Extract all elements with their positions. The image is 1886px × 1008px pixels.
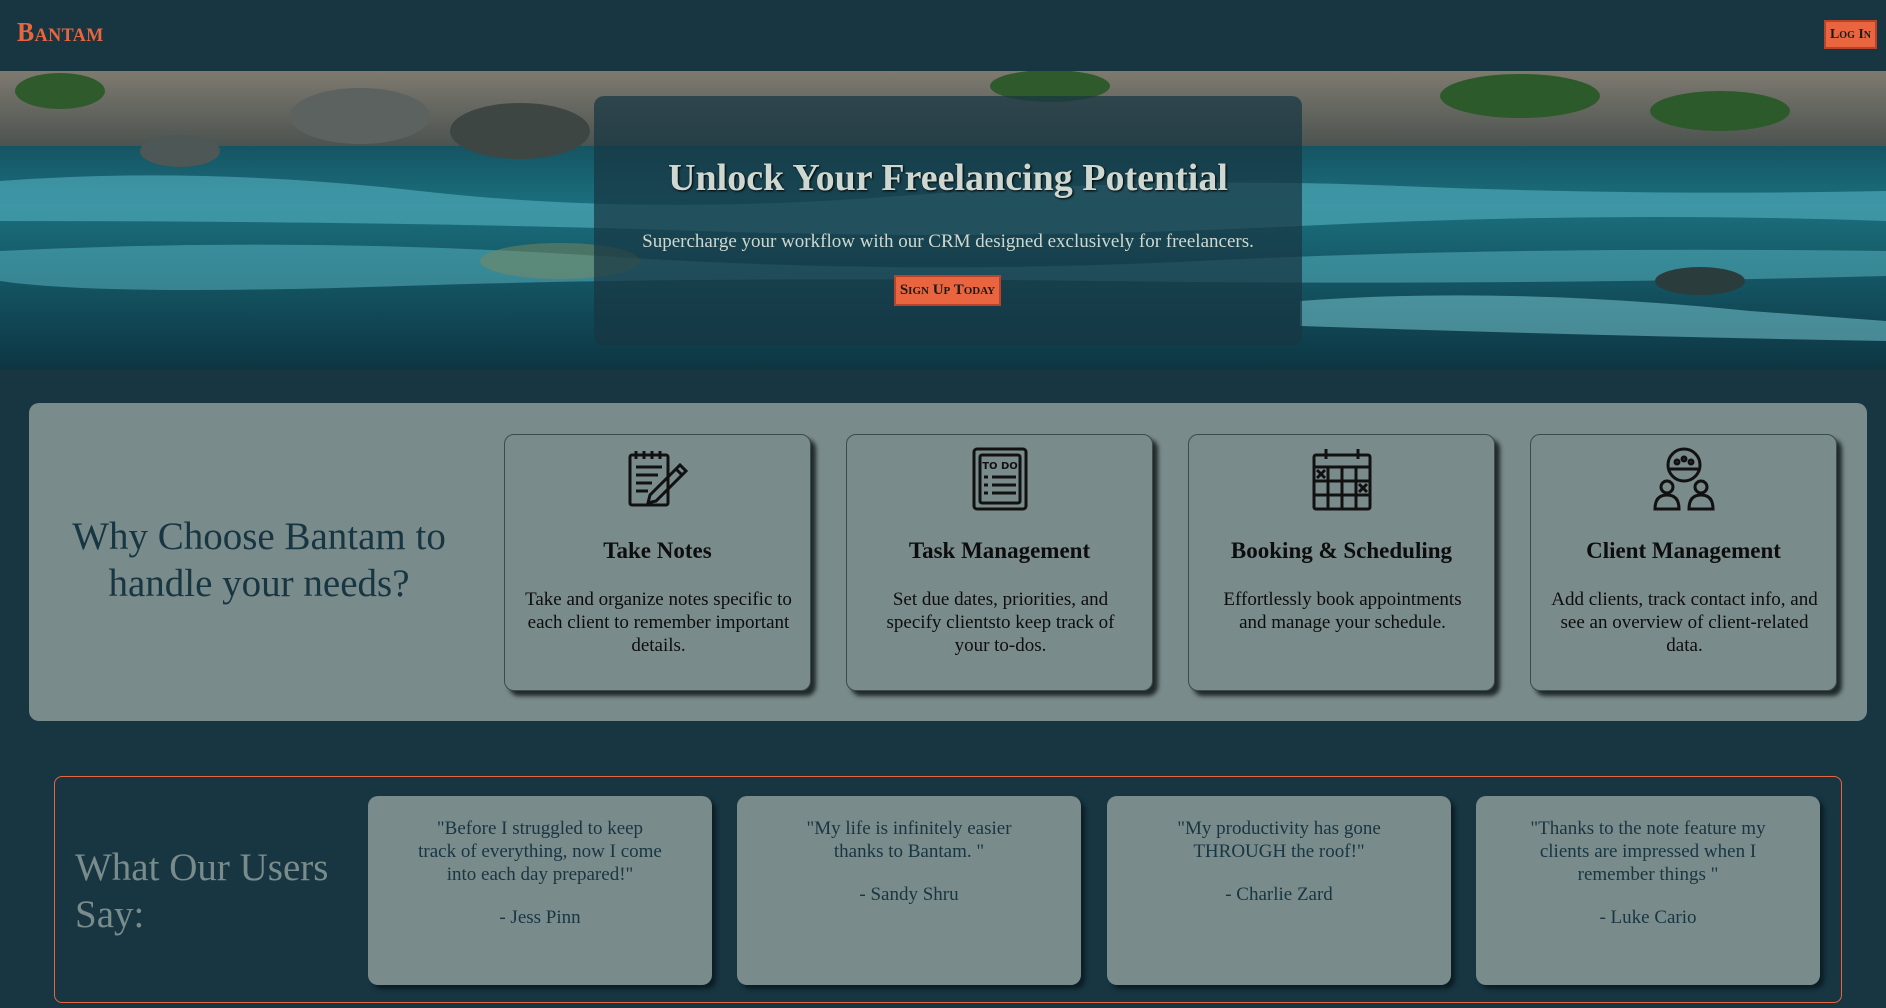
- testimonial-card: "My life is infinitely easier thanks to …: [737, 796, 1081, 985]
- feature-card-task-management: TO DO Task Management Set due dates, pri…: [846, 434, 1153, 691]
- feature-card-take-notes: Take Notes Take and organize notes speci…: [504, 434, 811, 691]
- testimonial-card: "Before I struggled to keep track of eve…: [368, 796, 712, 985]
- client-group-icon: [1653, 447, 1715, 511]
- feature-description: Effortlessly book appointments and manag…: [1223, 589, 1462, 633]
- login-button[interactable]: Log In: [1824, 20, 1877, 49]
- feature-title: Client Management: [1586, 538, 1781, 563]
- hero-title: Unlock Your Freelancing Potential: [668, 157, 1228, 199]
- feature-description: Take and organize notes specific to each…: [525, 589, 792, 656]
- testimonial-quote: "Before I struggled to keep track of eve…: [418, 817, 662, 929]
- testimonial-card: "Thanks to the note feature my clients a…: [1476, 796, 1820, 985]
- quote-text: "My productivity has gone THROUGH the ro…: [1177, 818, 1381, 862]
- feature-title: Task Management: [908, 538, 1091, 563]
- hero-panel: Unlock Your Freelancing Potential Superc…: [594, 96, 1302, 346]
- testimonial-quote: "My productivity has gone THROUGH the ro…: [1157, 817, 1401, 906]
- quote-text: "Before I struggled to keep track of eve…: [418, 818, 662, 885]
- testimonials-heading: What Our Users Say:: [75, 846, 329, 936]
- testimonial-author: - Jess Pinn: [499, 907, 581, 928]
- feature-card-client-management: Client Management Add clients, track con…: [1530, 434, 1837, 691]
- features-heading: Why Choose Bantam to handle your needs?: [72, 515, 446, 605]
- testimonial-author: - Sandy Shru: [859, 884, 959, 905]
- feature-card-booking-scheduling: Booking & Scheduling Effortlessly book a…: [1188, 434, 1495, 691]
- testimonials-section: What Our Users Say: "Before I struggled …: [54, 776, 1842, 1003]
- notepad-pencil-icon: [628, 451, 689, 507]
- quote-text: "Thanks to the note feature my clients a…: [1530, 818, 1766, 885]
- todo-list-icon: TO DO: [972, 447, 1028, 511]
- calendar-icon: [1312, 449, 1372, 511]
- testimonial-author: - Charlie Zard: [1225, 884, 1333, 905]
- quote-text: "My life is infinitely easier thanks to …: [806, 818, 1012, 862]
- features-section: Why Choose Bantam to handle your needs? …: [29, 403, 1867, 721]
- svg-text:TO DO: TO DO: [982, 461, 1018, 472]
- feature-title: Take Notes: [603, 538, 712, 563]
- hero-subtitle: Supercharge your workflow with our CRM d…: [642, 231, 1254, 252]
- testimonial-card: "My productivity has gone THROUGH the ro…: [1107, 796, 1451, 985]
- testimonial-author: - Luke Cario: [1599, 907, 1697, 928]
- feature-title: Booking & Scheduling: [1230, 538, 1453, 563]
- signup-button[interactable]: Sign Up Today: [894, 275, 1001, 306]
- testimonial-quote: "Thanks to the note feature my clients a…: [1526, 817, 1770, 929]
- brand-logo[interactable]: Bantam: [17, 17, 104, 48]
- hero-section: Unlock Your Freelancing Potential Superc…: [0, 71, 1886, 370]
- top-navbar: Bantam Log In: [0, 0, 1886, 71]
- feature-description: Set due dates, priorities, and specify c…: [886, 589, 1115, 656]
- testimonial-quote: "My life is infinitely easier thanks to …: [787, 817, 1031, 906]
- feature-description: Add clients, track contact info, and see…: [1551, 589, 1818, 656]
